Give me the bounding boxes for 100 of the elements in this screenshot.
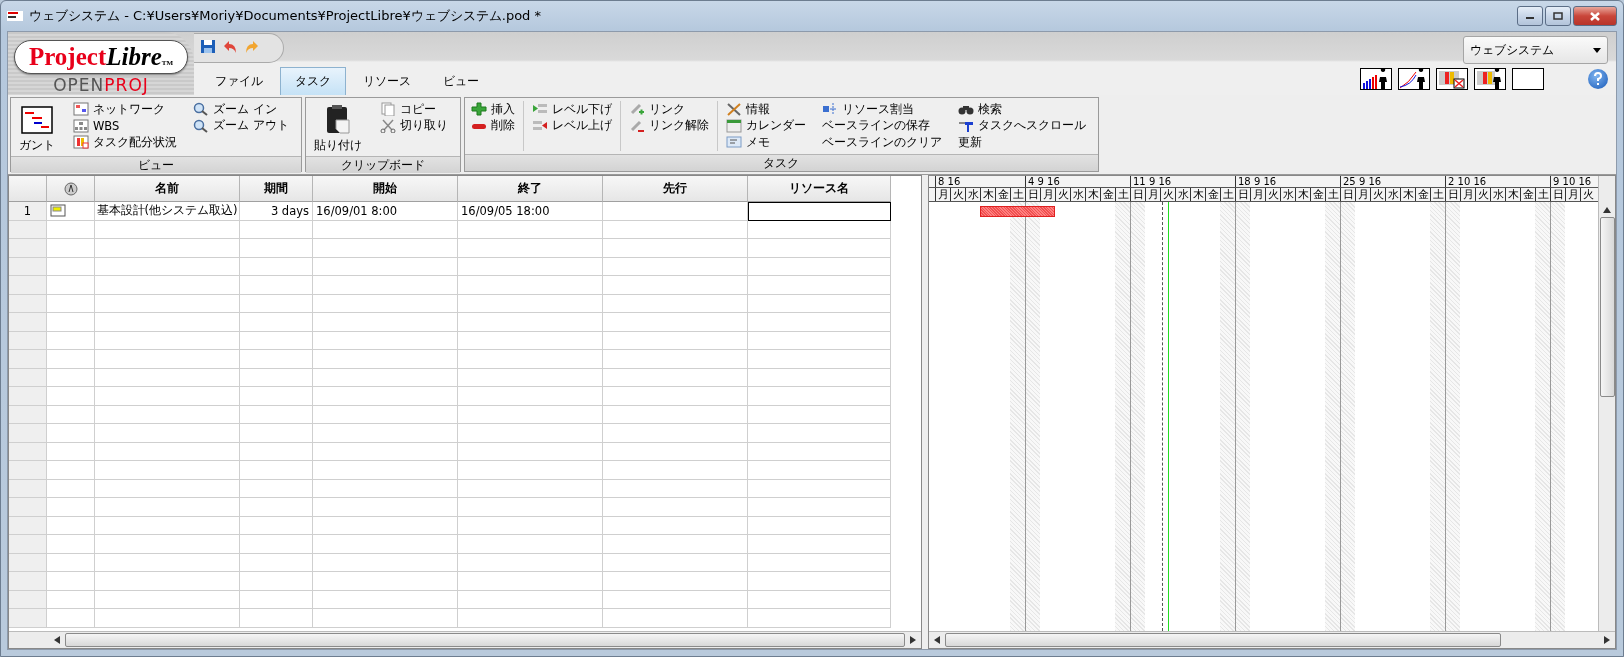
ribbon-button[interactable]: 削除: [468, 117, 517, 134]
resource-histogram-button[interactable]: [1360, 68, 1392, 90]
outdent-icon: [531, 118, 548, 133]
gantt-chart-icon: [21, 106, 53, 134]
day-label: 火: [1160, 188, 1175, 201]
day-label: 水: [1070, 188, 1085, 201]
table-cell: [47, 331, 95, 350]
day-label: 水: [965, 188, 980, 201]
ribbon-button[interactable]: ネットワーク: [71, 101, 179, 118]
help-button[interactable]: [1588, 69, 1608, 89]
ribbon-button[interactable]: レベル下げ: [529, 101, 614, 118]
scrollbar-thumb[interactable]: [1600, 217, 1615, 397]
day-label: 木: [1295, 188, 1310, 201]
day-label: 木: [1505, 188, 1520, 201]
close-icon: [1589, 11, 1601, 21]
usage-clear-button[interactable]: [1436, 68, 1468, 90]
day-label: 火: [1370, 188, 1385, 201]
menu-tab[interactable]: ビュー: [428, 67, 494, 95]
ribbon-button[interactable]: コピー: [377, 101, 450, 118]
group-label: ビュー: [11, 156, 301, 173]
resource-curve-button[interactable]: [1398, 68, 1430, 90]
column-header[interactable]: 開始: [313, 176, 458, 202]
menu-tab[interactable]: リソース: [348, 67, 426, 95]
ribbon-button[interactable]: 挿入: [468, 101, 517, 118]
scissors-icon: [379, 118, 396, 133]
ribbon-button[interactable]: 情報: [723, 101, 808, 118]
ribbon-button[interactable]: ベースラインのクリア: [819, 134, 944, 151]
table-cell[interactable]: [748, 202, 891, 221]
ribbon-button[interactable]: メモ: [723, 134, 808, 151]
table-cell: [47, 294, 95, 313]
ribbon-button[interactable]: レベル上げ: [529, 117, 614, 134]
day-label: 火: [1265, 188, 1280, 201]
ribbon-button[interactable]: WBS: [71, 117, 179, 134]
day-label: 月: [1355, 188, 1370, 201]
day-label: 日: [1025, 188, 1040, 201]
day-label: 土: [1010, 188, 1025, 201]
day-label: 金: [1520, 188, 1535, 201]
info-circle-icon: [63, 181, 78, 196]
zoom-out-icon: [193, 118, 209, 133]
ribbon-button[interactable]: 切り取り: [377, 117, 450, 134]
table-cross-icon: [1437, 69, 1467, 89]
day-label: 金: [995, 188, 1010, 201]
table-cell: 16/09/01 8:00: [313, 202, 458, 221]
table-cell: [47, 350, 95, 369]
column-header[interactable]: 終了: [458, 176, 603, 202]
ribbon-button[interactable]: ズーム アウト: [191, 117, 291, 134]
ribbon-button[interactable]: タスクへスクロール: [955, 117, 1088, 134]
table-cell: [47, 276, 95, 295]
week-label: 8 16: [935, 176, 1025, 187]
week-label: 4 9 16: [1025, 176, 1130, 187]
day-label: 金: [1310, 188, 1325, 201]
day-label: 金: [1205, 188, 1220, 201]
menu-tab[interactable]: タスク: [280, 67, 346, 95]
column-header[interactable]: リソース名: [748, 176, 891, 202]
ribbon-button[interactable]: タスク配分状況: [71, 134, 179, 151]
ribbon-button[interactable]: リンク: [626, 101, 711, 118]
network-icon: [73, 102, 89, 117]
table-cell: [47, 405, 95, 424]
column-header[interactable]: 名前: [95, 176, 240, 202]
table-cell: [47, 572, 95, 591]
maximize-button[interactable]: [1545, 6, 1571, 26]
table-cell: [47, 313, 95, 332]
ribbon-button[interactable]: 検索: [955, 101, 1088, 118]
table-cell: 16/09/05 18:00: [458, 202, 603, 221]
table-cell: [47, 609, 95, 628]
day-label: 木: [1400, 188, 1415, 201]
day-label: 月: [1250, 188, 1265, 201]
group-label: タスク: [464, 154, 1098, 171]
column-header[interactable]: 期間: [240, 176, 313, 202]
table-cell: [47, 553, 95, 572]
table-cell: [47, 368, 95, 387]
usage-grid-icon: [73, 135, 89, 150]
day-label: 日: [1235, 188, 1250, 201]
minimize-button[interactable]: [1517, 6, 1543, 26]
day-label: 水: [1385, 188, 1400, 201]
ribbon-button[interactable]: 貼り付け: [309, 101, 366, 153]
usage-person-button[interactable]: [1474, 68, 1506, 90]
zoom-in-icon: [193, 102, 209, 117]
ribbon-button[interactable]: 更新: [955, 134, 1088, 151]
ribbon-button[interactable]: ズーム イン: [191, 101, 291, 118]
day-label: 月: [1040, 188, 1055, 201]
day-label: 土: [1115, 188, 1130, 201]
scrollbar-thumb[interactable]: [65, 633, 905, 647]
plus-icon: [470, 102, 487, 117]
blank-view-button[interactable]: [1512, 68, 1544, 90]
ribbon-button[interactable]: ベースラインの保存: [819, 117, 944, 134]
table-cell: [47, 257, 95, 276]
menu-tab[interactable]: ファイル: [200, 67, 278, 95]
scrollbar-thumb[interactable]: [945, 633, 1501, 647]
week-label: 25 9 16: [1340, 176, 1445, 187]
project-dropdown[interactable]: ウェブシステム: [1463, 36, 1608, 64]
column-header[interactable]: 先行: [603, 176, 748, 202]
ribbon-button[interactable]: ガント: [15, 101, 59, 153]
day-label: 水: [1175, 188, 1190, 201]
ribbon-button[interactable]: カレンダー: [723, 117, 808, 134]
hierarchy-icon: [73, 118, 89, 133]
ribbon-button[interactable]: リンク解除: [626, 117, 711, 134]
ribbon-button[interactable]: リソース割当: [819, 101, 944, 118]
close-button[interactable]: [1573, 6, 1617, 26]
caret-icon: [1593, 47, 1601, 53]
